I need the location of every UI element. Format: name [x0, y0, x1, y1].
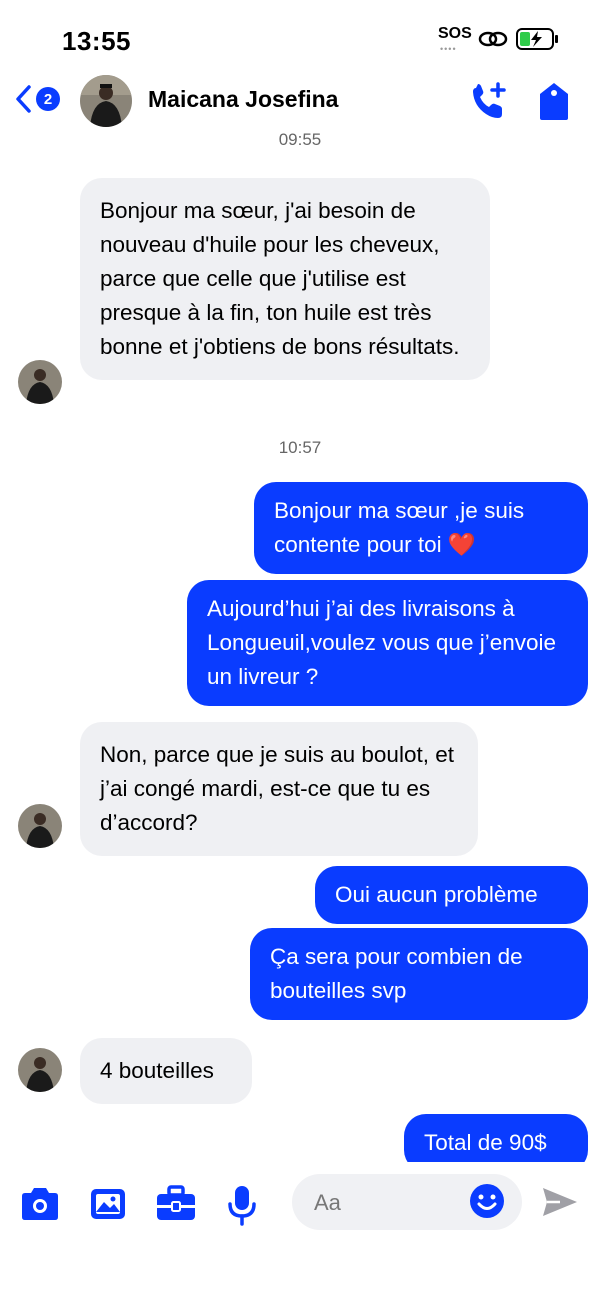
status-bar: 13:55 SOS •••• [0, 0, 600, 70]
outgoing-message[interactable]: Aujourd’hui j’ai des livraisons à Longue… [187, 580, 588, 706]
emoji-icon[interactable] [468, 1182, 506, 1220]
signal-dots: •••• [440, 44, 457, 54]
tag-icon[interactable] [536, 80, 572, 122]
message-input-placeholder: Aa [314, 1190, 341, 1215]
outgoing-message[interactable]: Ça sera pour combien de bouteilles svp [250, 928, 588, 1020]
timestamp: 10:57 [278, 438, 322, 457]
unread-badge: 2 [36, 87, 60, 111]
contact-name[interactable]: Maicana Josefina [148, 86, 338, 113]
message-text: Bonjour ma sœur ,je suis contente pour t… [274, 498, 525, 557]
message-list[interactable]: 09:55 Bonjour ma sœur, j'ai besoin de no… [0, 132, 600, 1162]
composer-bar: Aa [0, 1162, 600, 1299]
camera-icon[interactable] [18, 1184, 62, 1224]
incoming-message[interactable]: Bonjour ma sœur, j'ai besoin de nouveau … [80, 178, 490, 380]
link-icon [478, 31, 508, 47]
outgoing-message[interactable]: Bonjour ma sœur ,je suis contente pour t… [254, 482, 588, 574]
image-icon[interactable] [88, 1184, 128, 1224]
incoming-message[interactable]: 4 bouteilles [80, 1038, 252, 1104]
status-time: 13:55 [62, 26, 131, 56]
back-chevron-icon [16, 85, 31, 113]
sender-avatar[interactable] [18, 1048, 62, 1092]
chat-header: 2 Maicana Josefina [0, 70, 600, 132]
contact-avatar[interactable] [80, 75, 132, 127]
back-button[interactable]: 2 [14, 84, 60, 114]
send-icon[interactable] [540, 1184, 580, 1220]
briefcase-icon[interactable] [154, 1184, 198, 1224]
incoming-message[interactable]: Non, parce que je suis au boulot, et j’a… [80, 722, 478, 856]
phone-add-icon[interactable] [468, 80, 510, 122]
microphone-icon[interactable] [226, 1184, 258, 1228]
heart-emoji: ❤️ [447, 532, 476, 557]
sender-avatar[interactable] [18, 804, 62, 848]
sender-avatar[interactable] [18, 360, 62, 404]
battery-charging-icon [516, 28, 558, 50]
sos-indicator: SOS [438, 25, 472, 42]
timestamp: 09:55 [278, 132, 322, 149]
outgoing-message[interactable]: Total de 90$ [404, 1114, 588, 1162]
outgoing-message[interactable]: Oui aucun problème [315, 866, 588, 924]
